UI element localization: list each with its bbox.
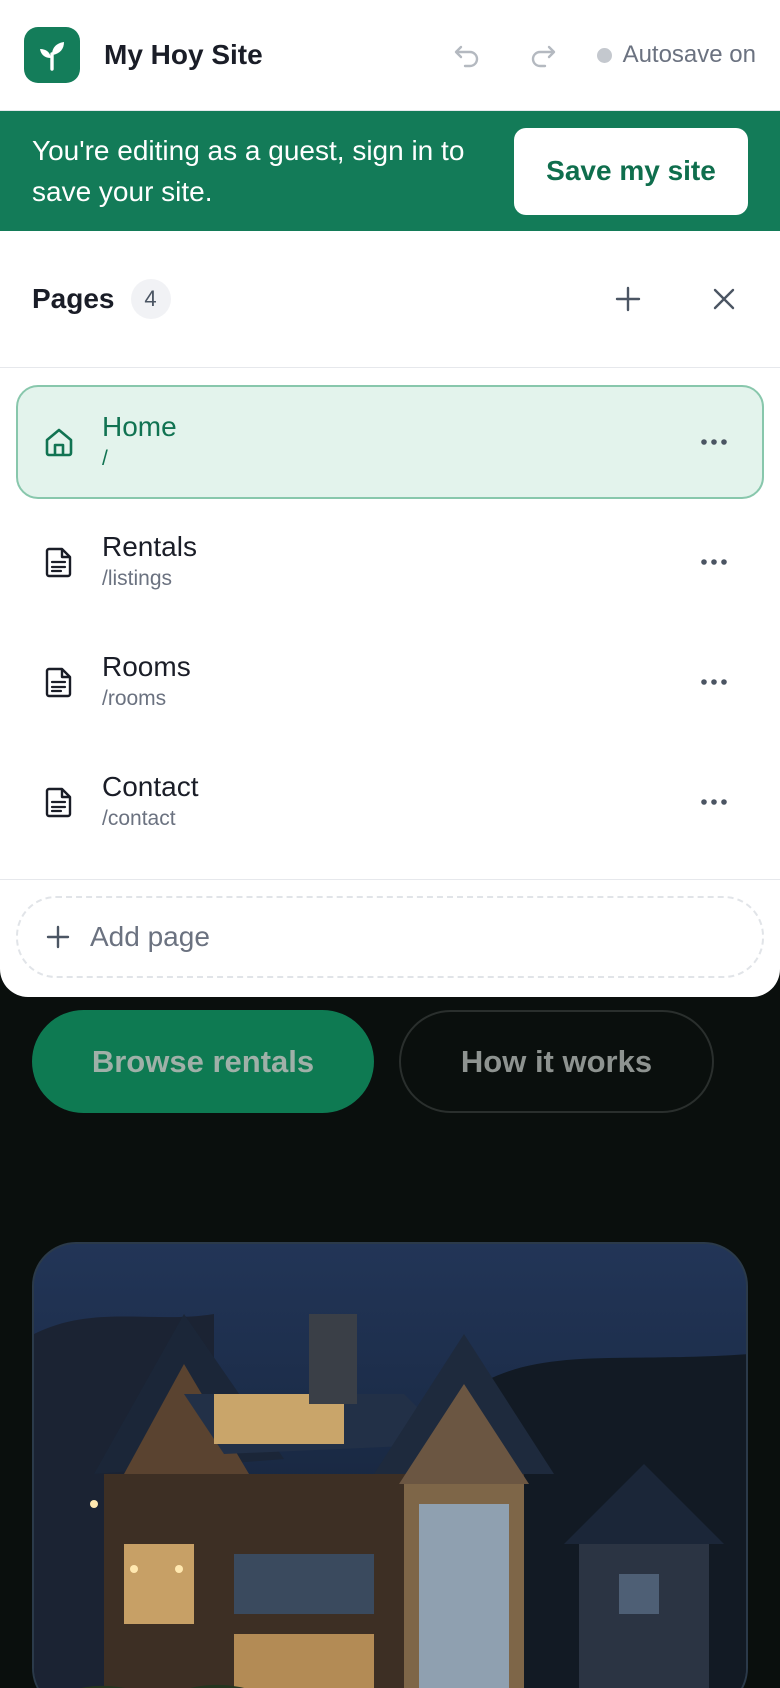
close-icon [713, 288, 735, 310]
more-horizontal-icon [701, 559, 727, 565]
page-options-button[interactable] [690, 538, 738, 586]
undo-button[interactable] [445, 33, 489, 77]
home-icon [42, 425, 76, 459]
page-path: / [102, 447, 108, 470]
page-options-button[interactable] [690, 658, 738, 706]
page-name: Home [102, 411, 177, 442]
close-panel-button[interactable] [700, 275, 748, 323]
guest-message: You're editing as a guest, sign in to sa… [32, 135, 465, 207]
page-path: /contact [102, 807, 176, 830]
pages-panel-header: Pages 4 [0, 231, 780, 368]
page-options-button[interactable] [690, 778, 738, 826]
how-it-works-button[interactable]: How it works [399, 1010, 714, 1113]
site-logo[interactable] [24, 27, 80, 83]
autosave-label: Autosave on [622, 41, 756, 68]
page-path: /listings [102, 567, 173, 590]
pages-panel: Pages 4 Home / Rentals /listings Rooms /… [0, 231, 780, 997]
page-item-rooms[interactable]: Rooms /rooms [16, 625, 764, 739]
page-path: /rooms [102, 687, 167, 710]
document-icon [42, 665, 76, 699]
hero-cta-row: Browse rentals How it works [32, 1010, 714, 1113]
more-horizontal-icon [701, 679, 727, 685]
pages-title: Pages [32, 283, 115, 314]
add-page-icon-button[interactable] [604, 275, 652, 323]
guest-banner: You're editing as a guest, sign in to sa… [0, 111, 780, 231]
page-item-home[interactable]: Home / [16, 385, 764, 499]
app-header: My Hoy Site Autosave on [0, 0, 780, 111]
page-options-button[interactable] [690, 418, 738, 466]
sprout-icon [40, 42, 64, 71]
redo-icon [531, 45, 555, 68]
page-list: Home / Rentals /listings Rooms /rooms Co… [0, 368, 780, 880]
page-item-rentals[interactable]: Rentals /listings [16, 505, 764, 619]
page-item-contact[interactable]: Contact /contact [16, 745, 764, 859]
autosave-status: Autosave on [596, 41, 756, 69]
page-name: Rooms [102, 651, 191, 682]
add-page-button[interactable]: Add page [16, 896, 764, 978]
document-icon [42, 785, 76, 819]
add-page-label: Add page [90, 921, 210, 952]
more-horizontal-icon [701, 799, 727, 805]
page-name: Rentals [102, 531, 197, 562]
plus-icon [615, 286, 641, 312]
site-title: My Hoy Site [104, 39, 263, 70]
browse-rentals-button[interactable]: Browse rentals [32, 1010, 374, 1113]
save-site-button[interactable]: Save my site [514, 127, 748, 215]
more-horizontal-icon [701, 439, 727, 445]
autosave-dot [596, 47, 612, 63]
page-name: Contact [102, 771, 199, 802]
hero-house-image [32, 1242, 748, 1688]
undo-icon [454, 45, 478, 68]
pages-count-badge: 4 [130, 279, 171, 319]
redo-button[interactable] [521, 33, 565, 77]
plus-icon [46, 925, 70, 949]
document-icon [42, 545, 76, 579]
